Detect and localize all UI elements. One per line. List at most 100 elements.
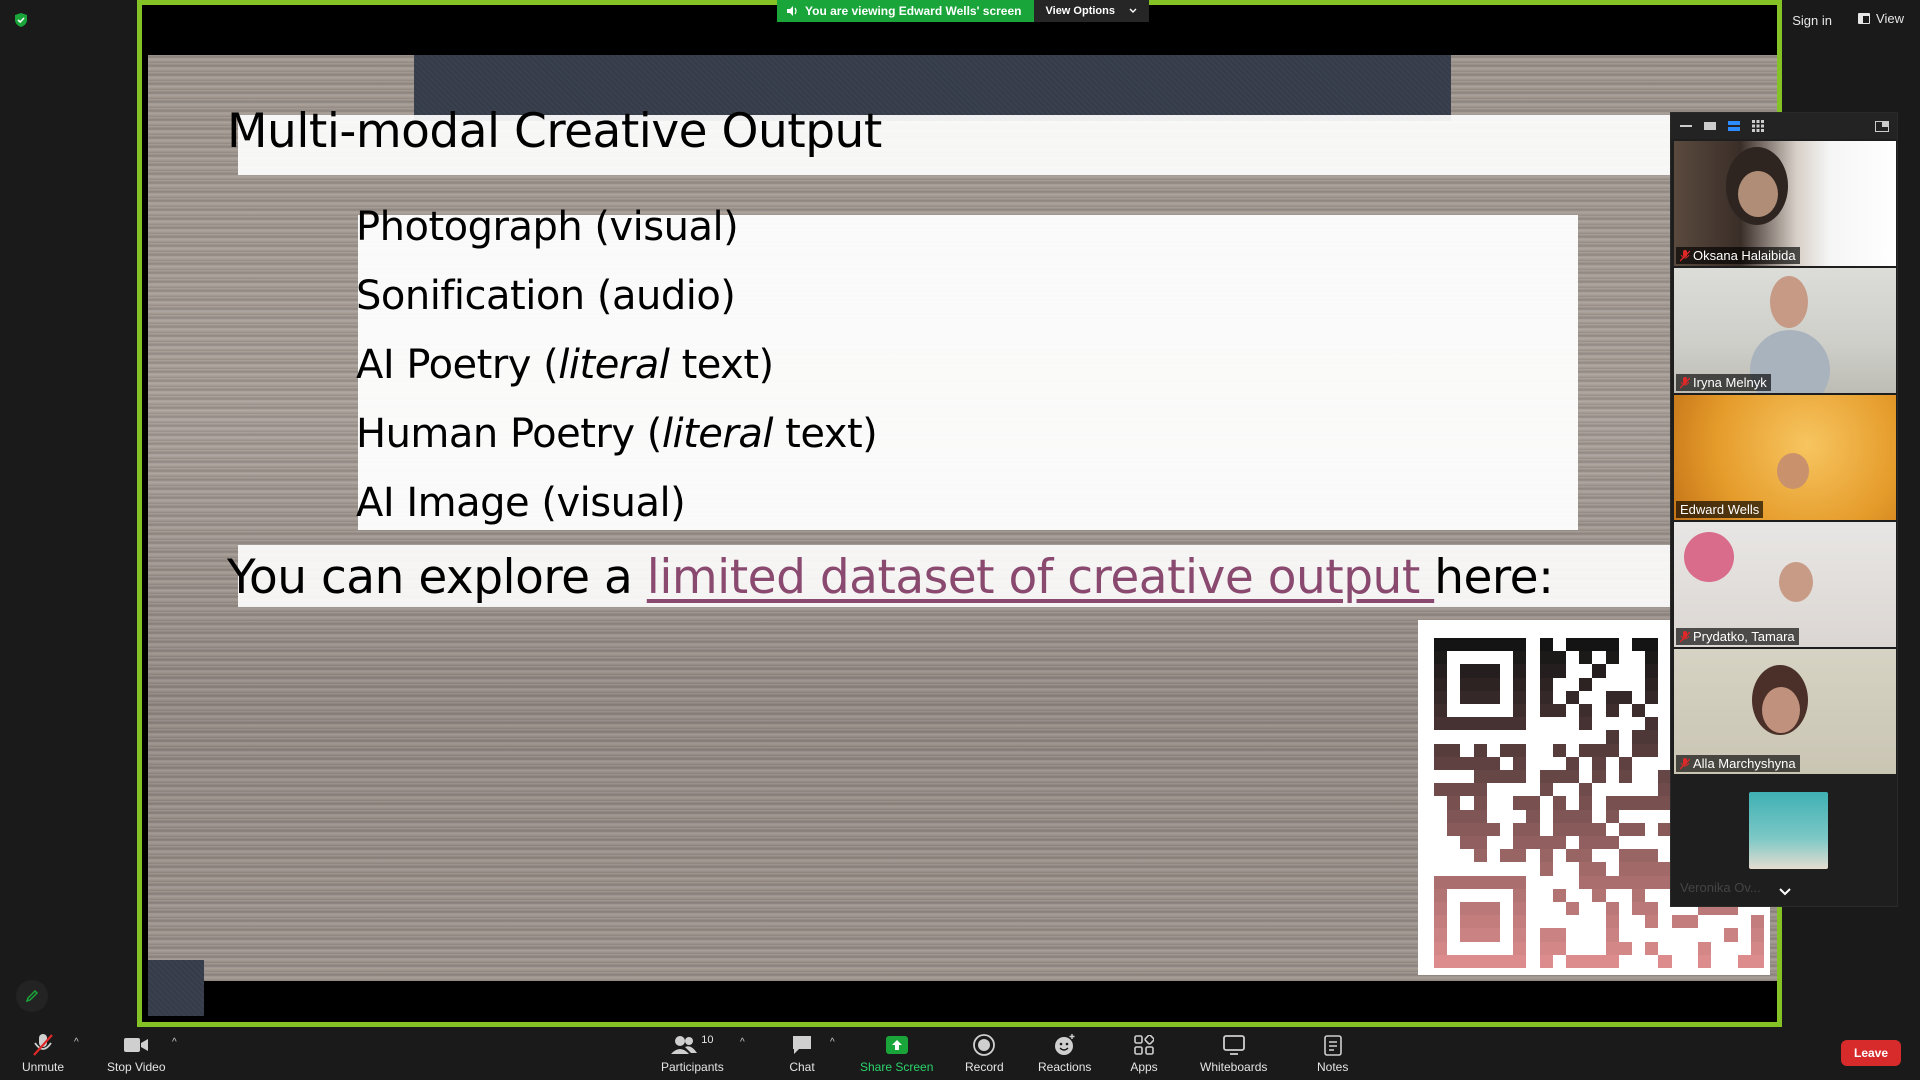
share-screen-button[interactable]: Share Screen [860,1033,933,1074]
qr-module [1606,823,1619,836]
qr-module [1434,638,1448,652]
qr-module [1434,730,1447,743]
qr-module [1499,875,1514,889]
qr-module [1553,638,1566,651]
qr-module [1539,769,1553,784]
gallery-view-icon[interactable] [1751,120,1765,132]
record-button[interactable]: Record [965,1033,1004,1074]
participant-tile[interactable]: Alla Marchyshyna [1674,649,1896,774]
annotate-button[interactable] [16,980,48,1012]
participant-tile[interactable]: Iryna Melnyk [1674,268,1896,393]
qr-module [1500,915,1513,928]
notes-button[interactable]: Notes [1317,1033,1348,1074]
speaker-icon [787,6,797,16]
stop-video-button[interactable]: Stop Video [107,1033,166,1074]
view-grid-icon [1858,13,1871,24]
qr-module [1434,717,1448,731]
qr-module [1513,888,1527,902]
qr-module [1539,690,1553,704]
qr-module [1434,823,1447,836]
qr-module [1606,770,1619,783]
whiteboards-button[interactable]: Whiteboards [1200,1033,1267,1074]
participant-tile[interactable]: Veronika Ov... [1674,776,1896,896]
popout-icon[interactable] [1875,120,1889,132]
reactions-button[interactable]: Reactions [1038,1033,1091,1074]
qr-module [1566,678,1579,691]
apps-button[interactable]: Apps [1130,1033,1158,1074]
qr-module [1592,942,1605,955]
qr-module [1540,757,1553,770]
chevron-down-icon[interactable] [1777,886,1793,898]
qr-module [1513,928,1527,942]
qr-module [1579,822,1593,836]
participant-background [1684,532,1734,582]
qr-module [1500,902,1513,915]
qr-module [1460,677,1474,691]
view-button[interactable]: View [1858,11,1904,26]
qr-module [1513,730,1526,743]
audio-options-caret[interactable]: ^ [74,1037,79,1048]
unmute-button[interactable]: Unmute [22,1033,64,1074]
qr-module [1632,810,1645,823]
zoom-meeting-window: Sign in View You are viewing Edward Well… [0,0,1920,1080]
qr-module [1645,875,1659,889]
minimize-icon[interactable] [1679,120,1693,132]
qr-module [1579,954,1593,968]
sign-in-button[interactable]: Sign in [1786,11,1838,30]
list-item: Sonification (audio) [356,273,736,319]
strip-view-icon[interactable] [1727,120,1741,132]
qr-module [1698,915,1711,928]
security-shield-icon[interactable] [13,12,29,28]
qr-module [1631,849,1646,863]
qr-module [1645,757,1658,770]
qr-module [1447,783,1461,797]
speaker-view-icon[interactable] [1703,120,1717,132]
qr-module [1631,822,1646,836]
participants-options-caret[interactable]: ^ [740,1037,745,1048]
qr-module [1460,756,1474,770]
whiteboards-label: Whiteboards [1200,1060,1268,1074]
qr-module [1447,796,1461,810]
dataset-link[interactable]: limited dataset of creative output [647,550,1434,605]
qr-module [1434,703,1448,718]
qr-module [1566,862,1579,875]
chat-options-caret[interactable]: ^ [830,1037,835,1048]
qr-module [1606,678,1619,691]
qr-module [1513,901,1527,916]
qr-module [1474,651,1487,664]
qr-module [1566,664,1579,677]
qr-module [1460,651,1473,664]
qr-module [1737,954,1751,968]
participant-face [1770,276,1808,328]
qr-module [1447,915,1460,928]
qr-module [1592,743,1606,757]
qr-module [1632,783,1645,796]
qr-module [1566,889,1579,902]
participant-tile[interactable]: Prydatko, Tamara [1674,522,1896,647]
qr-module [1553,783,1566,796]
viewing-status-pill: You are viewing Edward Wells' screen [777,0,1034,22]
qr-module [1579,889,1592,902]
qr-module [1672,955,1685,968]
qr-module [1618,875,1632,889]
participant-tile[interactable]: Edward Wells [1674,395,1896,520]
video-options-caret[interactable]: ^ [172,1037,177,1048]
qr-module [1605,638,1619,652]
participants-button[interactable]: 10 Participants [661,1033,724,1074]
leave-button[interactable]: Leave [1841,1040,1901,1066]
qr-module [1632,678,1645,691]
qr-module [1566,651,1579,664]
qr-module [1540,876,1553,889]
chat-button[interactable]: Chat [788,1033,816,1074]
qr-module [1539,638,1553,652]
participant-tile[interactable]: Oksana Halaibida [1674,141,1896,266]
qr-module [1447,638,1461,652]
qr-module [1738,942,1751,955]
gallery-controls [1671,113,1897,139]
qr-module [1447,651,1460,664]
qr-module [1473,690,1487,704]
participant-name-label: Veronika Ov... [1680,880,1761,895]
qr-module [1592,664,1606,678]
view-options-dropdown[interactable]: View Options [1033,0,1149,22]
qr-module [1460,717,1474,731]
